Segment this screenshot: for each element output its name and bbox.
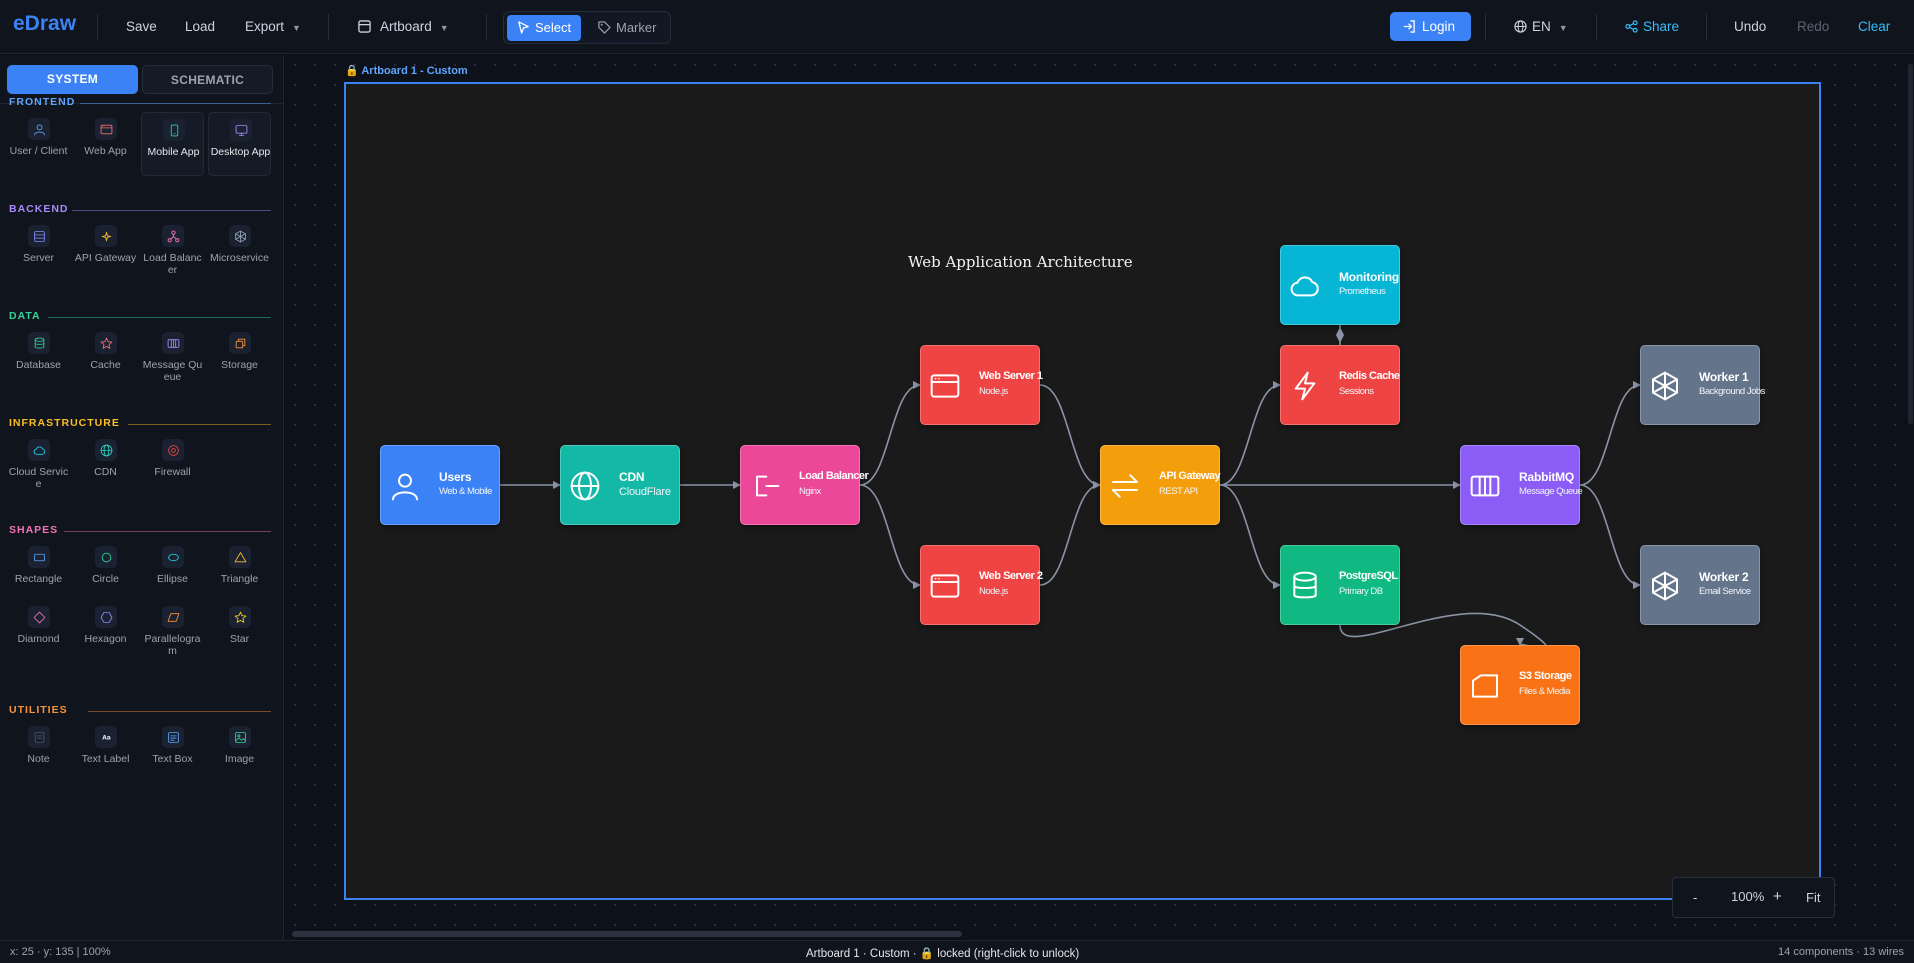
node-redis[interactable]: Redis Cache Sessions <box>1280 345 1400 425</box>
node-title: CDN <box>619 470 645 484</box>
zoom-level: 100% <box>1731 889 1765 904</box>
node-subtitle: Prometheus <box>1339 286 1386 297</box>
node-w2[interactable]: Worker 2 Email Service <box>1640 545 1760 625</box>
node-subtitle: Sessions <box>1339 386 1374 397</box>
zoom-controls: - 100% + Fit <box>1672 877 1835 918</box>
node-subtitle: Nginx <box>799 486 821 497</box>
node-subtitle: Node.js <box>979 586 1008 597</box>
lock-icon: 🔒 <box>919 948 935 960</box>
artboard-info: Artboard 1 · Custom · <box>806 948 920 960</box>
wire-api-redis[interactable] <box>1219 381 1281 486</box>
node-title: RabbitMQ <box>1519 470 1575 484</box>
wire-ws2-api[interactable] <box>1039 481 1101 586</box>
wire-mon-redis[interactable] <box>1336 325 1344 345</box>
node-w1[interactable]: Worker 1 Background Jobs <box>1640 345 1765 425</box>
node-users[interactable]: Users Web & Mobile <box>380 445 500 525</box>
node-title: Monitoring <box>1339 270 1399 284</box>
horizontal-scrollbar[interactable] <box>292 931 962 937</box>
node-subtitle: Email Service <box>1699 586 1751 597</box>
node-subtitle: Web & Mobile <box>439 486 492 497</box>
status-bar: x: 25 · y: 135 | 100% Artboard 1 · Custo… <box>0 940 1914 963</box>
zoom-out-button[interactable]: - <box>1693 890 1697 905</box>
hexagon-cog-icon <box>1649 570 1681 602</box>
wire-lb-ws2[interactable] <box>859 484 921 589</box>
artboard-status: Artboard 1 · Custom · 🔒 locked (right-cl… <box>806 946 1079 960</box>
split-icon <box>749 470 781 502</box>
node-title: Worker 2 <box>1699 570 1749 584</box>
component-count: 14 components · 13 wires <box>1778 946 1904 958</box>
node-pg[interactable]: PostgreSQL Primary DB <box>1280 545 1400 625</box>
vertical-scrollbar[interactable] <box>1908 64 1913 424</box>
hexagon-cog-icon <box>1649 370 1681 402</box>
wire-lb-ws1[interactable] <box>859 381 921 486</box>
node-subtitle: Message Queue <box>1519 486 1583 497</box>
node-title: Web Server 2 <box>979 570 1043 582</box>
node-subtitle: Background Jobs <box>1699 386 1765 397</box>
lock-status: locked (right-click to unlock) <box>937 948 1080 960</box>
node-rmq[interactable]: RabbitMQ Message Queue <box>1460 445 1583 525</box>
globe-icon <box>569 470 601 502</box>
node-subtitle: REST API <box>1159 486 1198 497</box>
node-subtitle: Primary DB <box>1339 586 1383 597</box>
node-title: PostgreSQL <box>1339 570 1398 582</box>
user-icon <box>389 470 421 502</box>
cursor-readout: x: 25 · y: 135 | 100% <box>10 946 111 958</box>
queue-icon <box>1469 470 1501 502</box>
node-ws1[interactable]: Web Server 1 Node.js <box>920 345 1043 425</box>
wire-ws1-api[interactable] <box>1039 384 1101 489</box>
node-title: Redis Cache <box>1339 370 1400 382</box>
node-title: Web Server 1 <box>979 370 1043 382</box>
node-title: API Gateway <box>1159 470 1221 482</box>
node-subtitle: Node.js <box>979 386 1008 397</box>
wire-layer <box>500 325 1641 650</box>
node-title: Users <box>439 470 472 484</box>
browser-icon <box>929 570 961 602</box>
lightning-icon <box>1289 370 1321 402</box>
node-title: S3 Storage <box>1519 670 1572 682</box>
node-mon[interactable]: Monitoring Prometheus <box>1280 245 1400 325</box>
node-cdn[interactable]: CDN CloudFlare <box>560 445 680 525</box>
node-api[interactable]: API Gateway REST API <box>1100 445 1221 525</box>
node-title: Load Balancer <box>799 470 869 482</box>
cloud-icon <box>1289 270 1321 302</box>
database-icon <box>1289 570 1321 602</box>
folder-icon <box>1469 670 1501 702</box>
arrows-icon <box>1109 470 1141 502</box>
node-subtitle: Files & Media <box>1519 686 1571 697</box>
node-s3[interactable]: S3 Storage Files & Media <box>1460 645 1580 725</box>
fit-button[interactable]: Fit <box>1806 890 1820 905</box>
node-ws2[interactable]: Web Server 2 Node.js <box>920 545 1043 625</box>
zoom-in-button[interactable]: + <box>1773 888 1782 905</box>
wire-rmq-w1[interactable] <box>1579 381 1641 486</box>
node-subtitle: CloudFlare <box>619 486 671 498</box>
node-title: Worker 1 <box>1699 370 1749 384</box>
browser-icon <box>929 370 961 402</box>
node-lb[interactable]: Load Balancer Nginx <box>740 445 869 525</box>
wire-rmq-w2[interactable] <box>1579 484 1641 589</box>
wire-api-pg[interactable] <box>1219 484 1281 589</box>
diagram-title-text[interactable]: Web Application Architecture <box>908 253 1133 271</box>
